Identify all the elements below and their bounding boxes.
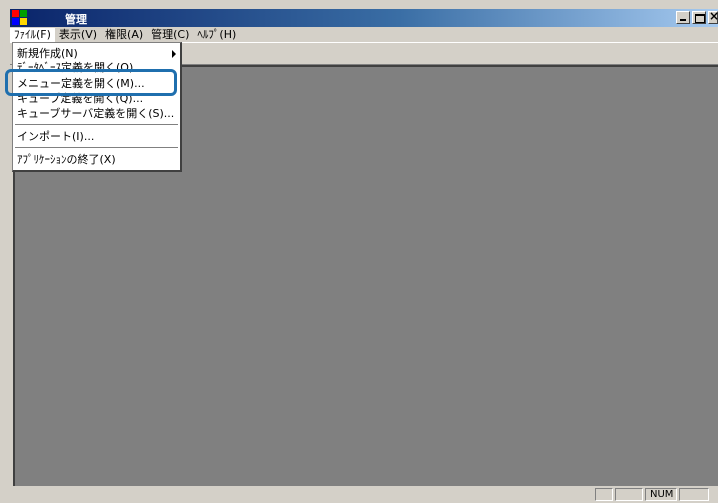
status-panel-4 <box>679 488 709 501</box>
menu-help[interactable]: ﾍﾙﾌﾟ(H) <box>193 28 240 42</box>
submenu-arrow-icon <box>172 50 176 58</box>
menu-item-new[interactable]: 新規作成(N) <box>15 46 178 61</box>
app-icon[interactable] <box>12 10 28 26</box>
highlight-annotation <box>5 69 177 96</box>
menu-item-exit[interactable]: ｱﾌﾟﾘｹｰｼｮﾝの終了(X) <box>15 152 178 167</box>
status-panel-2 <box>615 488 643 501</box>
menu-manage[interactable]: 管理(C) <box>147 28 193 42</box>
menu-separator <box>15 124 178 126</box>
menu-file[interactable]: ﾌｧｲﾙ(F) <box>10 27 55 42</box>
status-bar: NUM <box>10 486 718 503</box>
maximize-button[interactable] <box>692 11 706 24</box>
menu-separator <box>15 147 178 149</box>
window-title: 管理 <box>65 13 87 26</box>
application-window: 管理 ﾌｧｲﾙ(F) 表示(V) 権限(A) 管理(C) ﾍﾙﾌﾟ(H) NUM… <box>0 0 718 503</box>
menu-item-import[interactable]: インポート(I)... <box>15 129 178 144</box>
close-button[interactable] <box>708 9 718 24</box>
minimize-button[interactable] <box>676 11 690 24</box>
file-menu-dropdown: 新規作成(N) ﾃﾞｰﾀﾍﾞｰｽ定義を開く(O)... メニュー定義を開く(M)… <box>12 42 182 172</box>
menu-item-new-label: 新規作成(N) <box>17 47 78 60</box>
menu-item-open-cube-server[interactable]: キューブサーバ定義を開く(S)... <box>15 106 178 121</box>
title-bar[interactable]: 管理 <box>10 9 718 27</box>
menu-view[interactable]: 表示(V) <box>55 28 101 42</box>
menu-permissions[interactable]: 権限(A) <box>101 28 147 42</box>
status-panel-1 <box>595 488 613 501</box>
status-panel-num: NUM <box>645 488 677 501</box>
menu-bar: ﾌｧｲﾙ(F) 表示(V) 権限(A) 管理(C) ﾍﾙﾌﾟ(H) <box>10 27 718 42</box>
